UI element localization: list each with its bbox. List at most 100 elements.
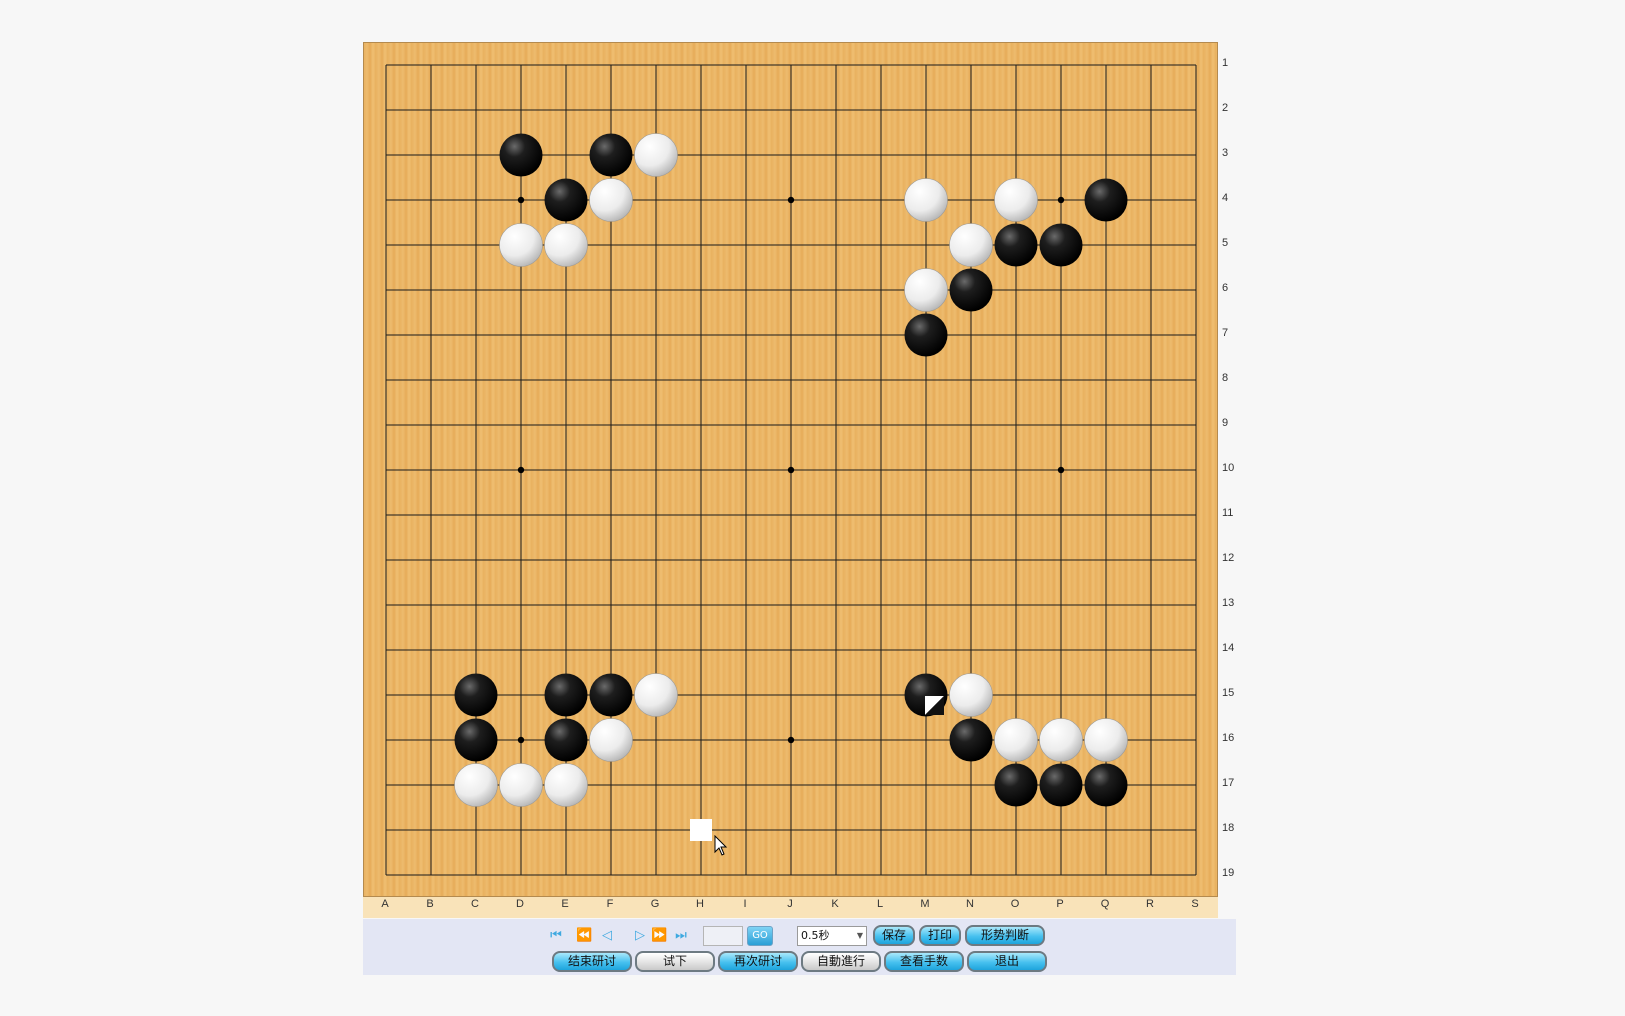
speed-value: 0.5秒 [801,929,830,942]
white-stone [544,223,588,267]
next-10-icon[interactable]: ⏩ [651,928,667,944]
save-button[interactable]: 保存 [873,925,915,946]
board-grid[interactable] [364,43,1219,898]
row-label: 13 [1222,597,1235,609]
black-stone [499,133,543,177]
prev-move-icon[interactable]: ◁ [599,928,615,944]
black-stone [904,313,948,357]
white-stone [454,763,498,807]
white-stone [589,178,633,222]
star-point [1057,466,1065,474]
white-stone [904,268,948,312]
exit-button[interactable]: 退出 [967,951,1047,972]
column-label: P [1056,898,1064,910]
black-stone [454,673,498,717]
column-label: D [516,898,524,910]
column-label: I [743,898,747,910]
row-label: 19 [1222,867,1235,879]
white-stone [634,673,678,717]
black-stone [994,223,1038,267]
go-board-area: 1 2 3 4 5 6 7 8 9 10 11 12 13 14 15 16 17 18 19 ABCDEFGHIJ… [363,42,1234,918]
star-point [517,466,525,474]
row-label: 6 [1222,282,1229,294]
star-point [787,196,795,204]
end-review-button[interactable]: 结束研讨 [552,951,632,972]
column-label: O [1010,898,1020,910]
column-label: C [471,898,479,910]
white-stone [634,133,678,177]
column-label: S [1191,898,1199,910]
row-label: 3 [1222,147,1229,159]
column-label: R [1146,898,1154,910]
column-label: A [381,898,389,910]
go-button[interactable]: GO [747,926,773,946]
white-stone [994,718,1038,762]
black-stone [589,133,633,177]
speed-select[interactable]: 0.5秒 ▼ [797,926,867,946]
black-stone [454,718,498,762]
white-stone [589,718,633,762]
black-stone [544,718,588,762]
hover-placement-marker [690,819,712,841]
row-label: 4 [1222,192,1229,204]
auto-play-button[interactable]: 自動進行 [801,951,881,972]
prev-10-icon[interactable]: ⏪ [576,928,592,944]
control-panel: ⏮ ⏪ ◁ ▷ ⏩ ⏭ GO 0.5秒 ▼ 保存 打印 形势判断 结束研讨 试下… [363,919,1236,975]
white-stone [1084,718,1128,762]
column-label: M [920,898,930,910]
chevron-down-icon: ▼ [856,931,863,940]
white-stone [499,763,543,807]
review-again-button[interactable]: 再次研讨 [718,951,798,972]
row-label: 7 [1222,327,1229,339]
column-label: J [787,898,793,910]
row-label: 5 [1222,237,1229,249]
row-label: 8 [1222,372,1229,384]
try-move-button[interactable]: 试下 [635,951,715,972]
white-stone [949,223,993,267]
black-stone [544,673,588,717]
row-label: 18 [1222,822,1235,834]
white-stone [1039,718,1083,762]
black-stone [1084,763,1128,807]
first-move-icon[interactable]: ⏮ [548,928,564,944]
row-label: 14 [1222,642,1235,654]
column-label: E [561,898,569,910]
go-board[interactable] [363,42,1218,897]
white-stone [904,178,948,222]
black-stone [589,673,633,717]
column-label: H [696,898,704,910]
move-number-input[interactable] [703,926,743,946]
row-label: 2 [1222,102,1229,114]
mouse-cursor-icon [714,835,728,856]
column-label: Q [1100,898,1110,910]
black-stone [994,763,1038,807]
row-label: 16 [1222,732,1235,744]
black-stone [1039,223,1083,267]
row-label: 12 [1222,552,1235,564]
black-stone [949,718,993,762]
column-label: G [650,898,660,910]
white-stone [499,223,543,267]
star-point [1057,196,1065,204]
column-label: N [966,898,974,910]
view-move-numbers-button[interactable]: 查看手数 [884,951,964,972]
column-label: K [831,898,839,910]
star-point [517,736,525,744]
row-label: 10 [1222,462,1235,474]
position-judge-button[interactable]: 形势判断 [965,925,1045,946]
next-move-icon[interactable]: ▷ [632,928,648,944]
star-point [517,196,525,204]
star-point [787,466,795,474]
column-label: L [876,898,884,910]
star-point [787,736,795,744]
print-button[interactable]: 打印 [919,925,961,946]
white-stone [994,178,1038,222]
black-stone [1039,763,1083,807]
row-label: 1 [1222,57,1229,69]
row-label: 15 [1222,687,1235,699]
white-stone [949,673,993,717]
last-move-icon[interactable]: ⏭ [673,928,689,944]
column-label: B [426,898,434,910]
black-stone [544,178,588,222]
white-stone [544,763,588,807]
